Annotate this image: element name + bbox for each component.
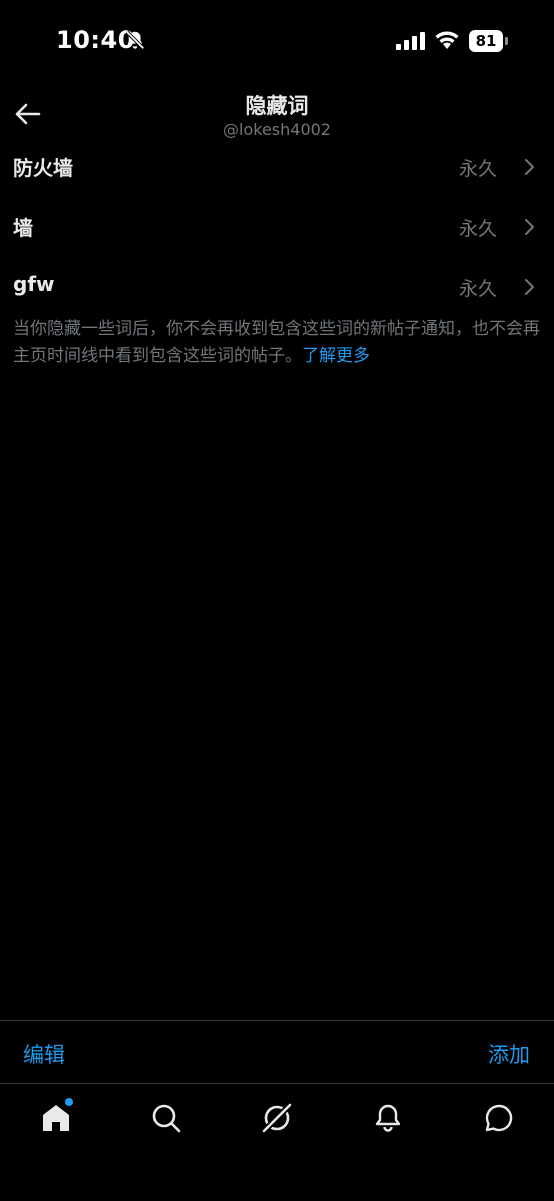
- bell-off-icon: [125, 30, 145, 50]
- muted-word-row[interactable]: 墙 永久: [0, 196, 554, 256]
- muted-words-info: 当你隐藏一些词后，你不会再收到包含这些词的新帖子通知，也不会再主页时间线中看到包…: [13, 316, 541, 370]
- status-bar: 10:40 81: [0, 0, 554, 80]
- muted-word-label: 防火墙: [13, 156, 73, 180]
- chevron-right-icon: [525, 219, 534, 235]
- muted-word-duration: 永久: [458, 158, 497, 180]
- chevron-right-icon: [525, 159, 534, 175]
- notification-dot: [65, 1098, 73, 1106]
- tab-home[interactable]: [36, 1098, 76, 1136]
- battery-tip: [505, 37, 508, 45]
- tab-grok[interactable]: [257, 1100, 297, 1136]
- muted-word-list: 防火墙 永久 墙 永久 gfw 永久: [0, 136, 554, 316]
- messages-icon: [485, 1104, 513, 1132]
- edit-button[interactable]: 编辑: [23, 1039, 65, 1069]
- search-icon: [152, 1104, 181, 1133]
- tab-search[interactable]: [146, 1100, 186, 1136]
- bottom-toolbar: 编辑 添加: [0, 1020, 554, 1083]
- chevron-right-icon: [525, 279, 534, 295]
- battery-level: 81: [469, 30, 503, 52]
- battery-indicator: 81: [469, 30, 509, 52]
- muted-word-duration: 永久: [458, 218, 497, 240]
- muted-word-label: 墙: [13, 216, 33, 240]
- add-button[interactable]: 添加: [488, 1039, 530, 1069]
- grok-icon: [261, 1102, 293, 1134]
- home-icon: [43, 1105, 69, 1131]
- muted-word-duration: 永久: [458, 278, 497, 300]
- learn-more-link[interactable]: 了解更多: [302, 346, 370, 366]
- cellular-signal-icon: [396, 32, 425, 50]
- info-description: 当你隐藏一些词后，你不会再收到包含这些词的新帖子通知，也不会再主页时间线中看到包…: [13, 319, 540, 366]
- tab-messages[interactable]: [479, 1100, 519, 1136]
- muted-word-row[interactable]: 防火墙 永久: [0, 136, 554, 196]
- wifi-icon: [435, 31, 459, 49]
- tab-bar: [0, 1083, 554, 1201]
- tab-notifications[interactable]: [368, 1100, 408, 1136]
- page-title: 隐藏词: [245, 94, 309, 118]
- bell-icon: [375, 1104, 401, 1132]
- muted-word-label: gfw: [13, 272, 55, 296]
- header: 隐藏词 @lokesh4002: [0, 84, 554, 144]
- muted-word-row[interactable]: gfw 永久: [0, 256, 554, 316]
